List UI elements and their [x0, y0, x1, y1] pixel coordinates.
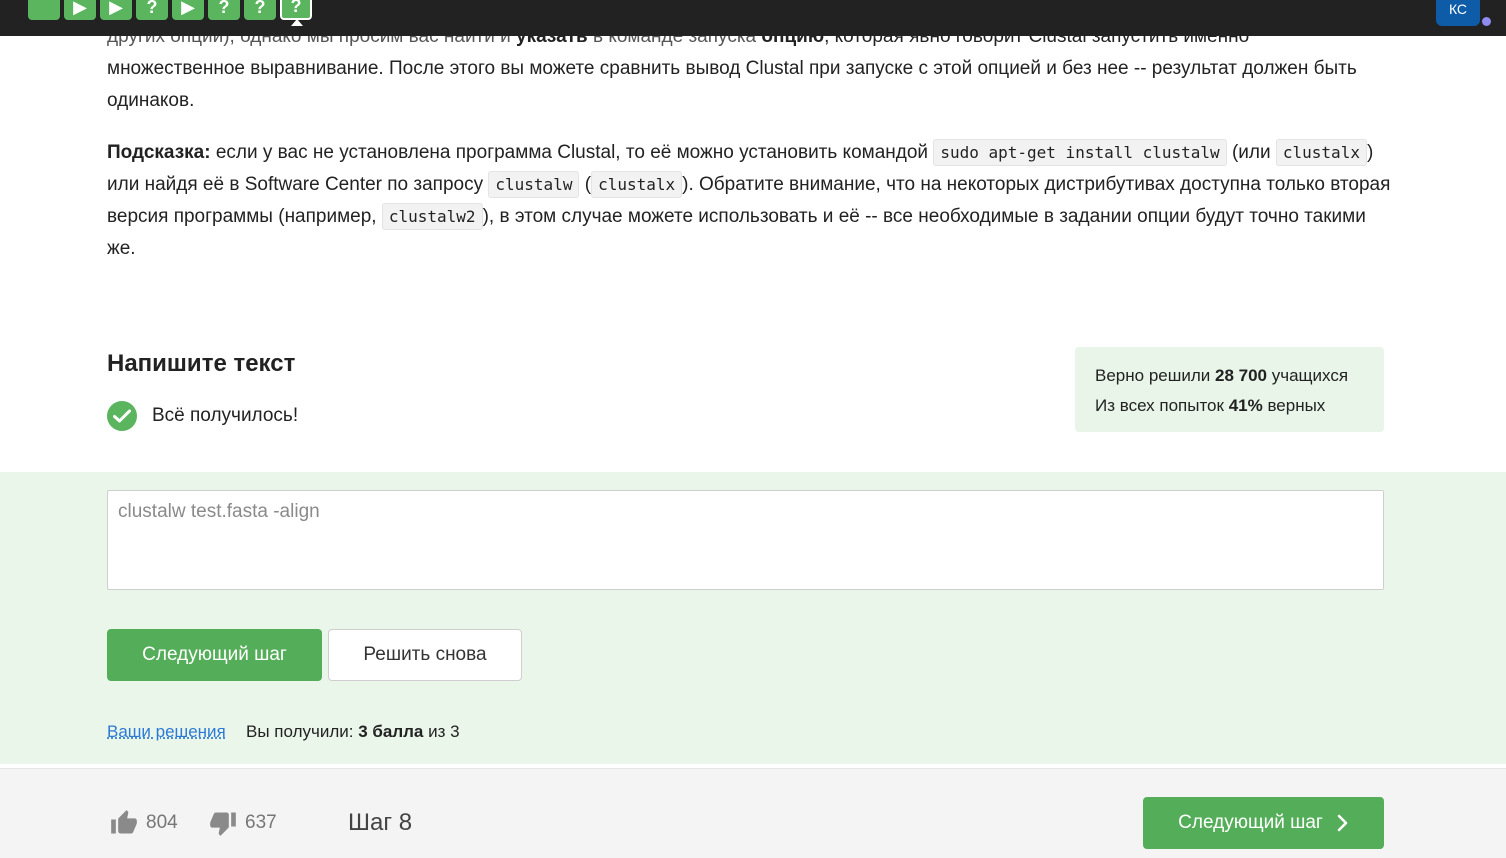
dislikes-count: 637: [245, 812, 277, 833]
check-circle-icon: [107, 401, 137, 431]
top-navigation-bar: ▶ ▶ ? ▶ ? ? ? КС: [0, 0, 1506, 36]
play-icon: ▶: [73, 0, 87, 17]
code-snippet: clustalw: [488, 171, 580, 198]
stats-text: Из всех попыток: [1095, 396, 1229, 415]
play-icon: ▶: [181, 0, 195, 17]
code-snippet: clustalw2: [381, 203, 483, 230]
text-fragment: (или: [1226, 142, 1276, 163]
score-text: Вы получили: 3 балла из 3: [246, 722, 460, 742]
step-number-label: Шаг 8: [348, 809, 413, 836]
score-total: из 3: [423, 722, 460, 741]
question-icon: ?: [146, 0, 158, 17]
step-4-quiz[interactable]: ?: [136, 0, 168, 20]
stats-solved-line: Верно решили 28 700 учащихся: [1095, 361, 1364, 391]
step-8-quiz-current[interactable]: ?: [280, 0, 312, 26]
code-snippet: clustalx: [1275, 139, 1367, 166]
score-label: Вы получили:: [246, 722, 359, 741]
solve-again-button[interactable]: Решить снова: [328, 629, 522, 681]
question-icon: ?: [290, 0, 302, 16]
likes-count: 804: [146, 812, 178, 833]
step-6-quiz[interactable]: ?: [208, 0, 240, 20]
question-icon: ?: [254, 0, 266, 17]
next-step-button[interactable]: Следующий шаг: [107, 629, 322, 681]
your-solutions-link[interactable]: Ваши решения: [107, 722, 226, 742]
thumbs-down-icon: [210, 812, 236, 836]
like-button[interactable]: 804: [110, 809, 178, 837]
footer-next-step-label: Следующий шаг: [1178, 812, 1323, 833]
answer-section: Следующий шаг Решить снова Ваши решения …: [0, 472, 1506, 764]
user-avatar[interactable]: КС: [1436, 0, 1480, 26]
notification-dot: [1482, 17, 1491, 26]
stats-text: верных: [1262, 396, 1326, 415]
code-snippet: clustalx: [591, 171, 683, 198]
score-value: 3 балла: [358, 722, 424, 741]
success-status: Всё получилось!: [107, 401, 298, 431]
chevron-right-icon: [1337, 814, 1348, 832]
stats-attempts-line: Из всех попыток 41% верных: [1095, 391, 1364, 421]
step-5-video[interactable]: ▶: [172, 0, 204, 20]
thumbs-up-icon: [111, 810, 137, 834]
solve-stats-panel: Верно решили 28 700 учащихся Из всех поп…: [1075, 347, 1384, 432]
solved-count: 28 700: [1215, 366, 1267, 385]
step-footer: 804 637 Шаг 8 Следующий шаг: [0, 768, 1506, 858]
question-icon: ?: [218, 0, 230, 17]
task-title: Напишите текст: [107, 350, 296, 377]
correct-percent: 41%: [1228, 396, 1263, 415]
stats-text: Верно решили: [1095, 366, 1215, 385]
text-fragment: если у вас не установлена программа Clus…: [210, 142, 934, 163]
success-message: Всё получилось!: [152, 405, 299, 426]
text-fragment: (: [579, 174, 592, 195]
dislike-button[interactable]: 637: [209, 809, 277, 837]
play-icon: ▶: [109, 0, 123, 17]
step-1-done[interactable]: [28, 0, 60, 20]
step-7-quiz[interactable]: ?: [244, 0, 276, 20]
lesson-steps-bar: ▶ ▶ ? ▶ ? ? ?: [28, 0, 312, 26]
answer-textarea[interactable]: [107, 490, 1384, 590]
footer-next-step-button[interactable]: Следующий шаг: [1143, 797, 1384, 849]
stats-text: учащихся: [1267, 366, 1349, 385]
step-3-video[interactable]: ▶: [100, 0, 132, 20]
code-snippet: sudo apt-get install clustalw: [933, 139, 1227, 166]
step-2-video[interactable]: ▶: [64, 0, 96, 20]
hint-paragraph: Подсказка: если у вас не установлена про…: [107, 137, 1392, 265]
hint-label: Подсказка:: [107, 142, 211, 163]
